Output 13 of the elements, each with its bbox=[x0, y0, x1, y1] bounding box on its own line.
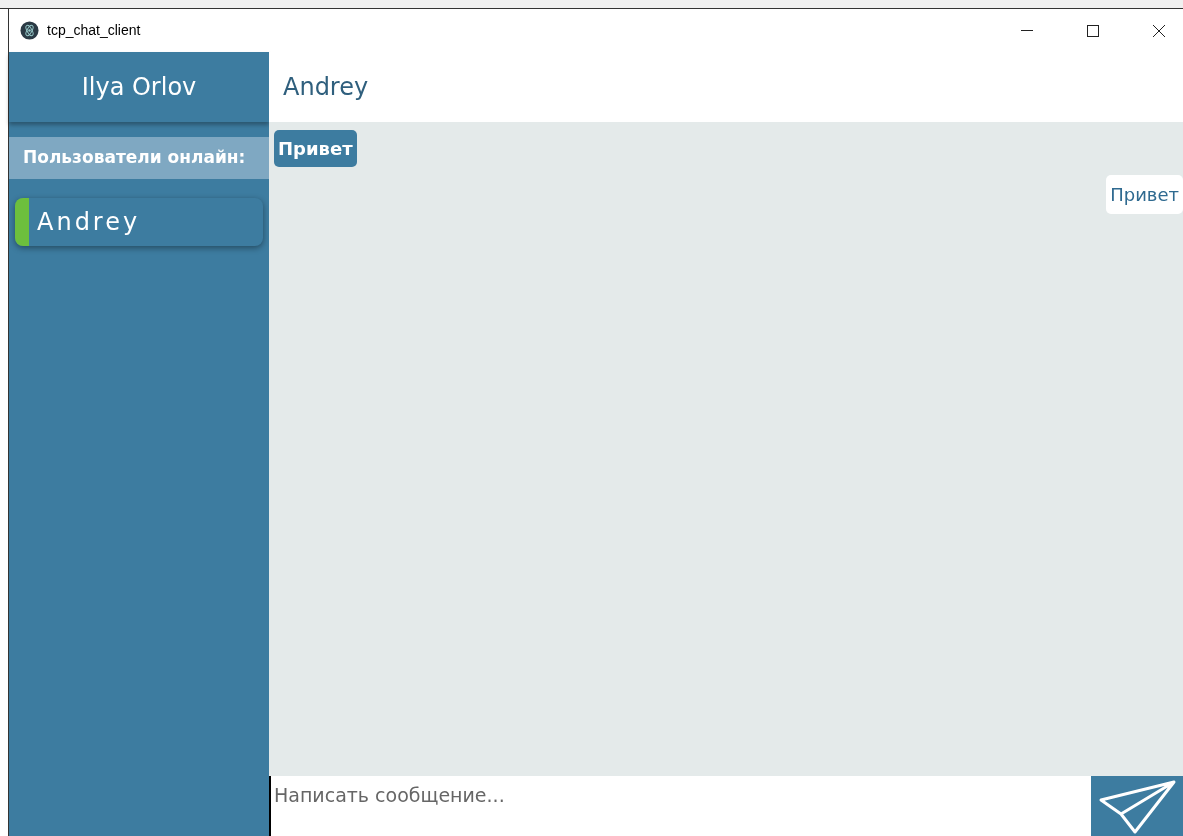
close-icon bbox=[1152, 23, 1166, 38]
window-title: tcp_chat_client bbox=[47, 21, 141, 40]
paper-plane-icon bbox=[1097, 778, 1177, 834]
app-icon bbox=[20, 21, 39, 40]
chat-title: Andrey bbox=[283, 72, 369, 103]
user-list-item[interactable]: Andrey bbox=[15, 198, 263, 246]
send-button[interactable] bbox=[1091, 776, 1183, 836]
outgoing-message: Привет bbox=[1106, 175, 1183, 214]
online-users-heading: Пользователи онлайн: bbox=[23, 146, 246, 170]
minimize-icon bbox=[1021, 30, 1033, 31]
maximize-icon bbox=[1086, 23, 1100, 38]
current-user-name: Ilya Orlov bbox=[81, 72, 197, 103]
incoming-message: Привет bbox=[274, 130, 357, 167]
